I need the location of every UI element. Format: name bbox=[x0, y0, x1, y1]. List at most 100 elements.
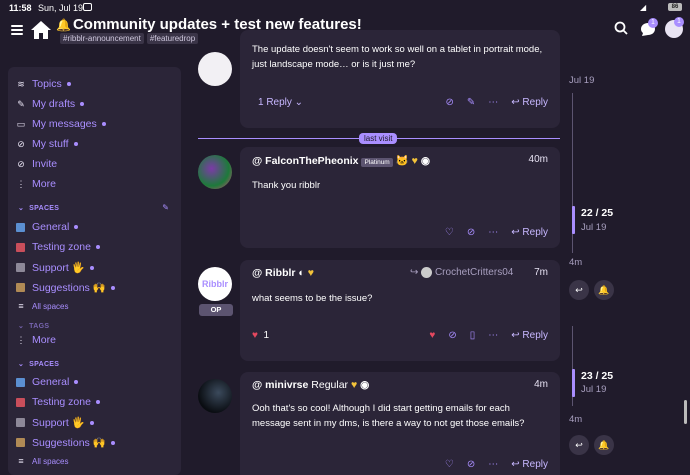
like-count: ♥ 1 bbox=[252, 330, 270, 341]
ribblr-logo[interactable]: Ribblr bbox=[198, 267, 232, 301]
avatar-badge: 1 bbox=[674, 17, 684, 27]
search-icon[interactable] bbox=[614, 21, 628, 35]
category-color bbox=[16, 222, 25, 232]
post-card: @ minivrse Regular ♥ ◉ 4m Ooh that's so … bbox=[240, 372, 560, 475]
user-avatar[interactable] bbox=[198, 379, 232, 413]
user-avatar[interactable]: 1 bbox=[665, 17, 684, 38]
like-icon[interactable]: ♡ bbox=[445, 459, 454, 470]
sidebar-tags-more[interactable]: ⋮ More bbox=[16, 334, 166, 346]
more-icon[interactable]: ⋯ bbox=[488, 330, 498, 341]
timeline-date: Jul 19 bbox=[581, 384, 607, 395]
timeline-handle[interactable] bbox=[572, 206, 575, 234]
op-badge: OP bbox=[199, 304, 233, 316]
post-body: Thank you ribblr bbox=[252, 180, 321, 191]
timeline-start-date[interactable]: Jul 19 bbox=[569, 75, 594, 86]
notification-bell-icon[interactable]: 🔔 bbox=[594, 435, 614, 455]
post-card: @ FalconThePheonix Platinum 🐱 ♥ ◉ 40m Th… bbox=[240, 147, 560, 248]
post-card: The update doesn't seem to work so well … bbox=[240, 30, 560, 128]
post-username[interactable]: @ Ribblr ◐ ♥ bbox=[252, 267, 314, 279]
category-color bbox=[16, 283, 25, 292]
sidebar-space-general[interactable]: General bbox=[16, 221, 79, 233]
sidebar-space-suggestions[interactable]: Suggestions 🙌 bbox=[16, 281, 115, 294]
replies-toggle[interactable]: 1 Reply ⌄ bbox=[258, 97, 303, 108]
reply-button[interactable]: ↩ Reply bbox=[511, 459, 548, 470]
edit-spaces-icon[interactable]: ✎ bbox=[162, 203, 169, 212]
sidebar-space-general[interactable]: General bbox=[16, 376, 79, 388]
spaces-section-header-2[interactable]: ⌄ SPACES bbox=[18, 360, 59, 368]
chevron-down-icon: ⌄ bbox=[18, 205, 25, 212]
link-icon: ⊘ bbox=[17, 139, 25, 149]
sidebar-item-invite[interactable]: ⊘ Invite bbox=[16, 158, 57, 170]
avatar bbox=[421, 267, 433, 278]
battery-icon: 86 bbox=[668, 3, 682, 11]
sidebar-space-testing[interactable]: Testing zone bbox=[16, 396, 100, 408]
sidebar-all-spaces[interactable]: ≡ All spaces bbox=[16, 456, 68, 466]
sidebar-item-topics[interactable]: ≋ Topics bbox=[16, 78, 71, 90]
link-icon[interactable]: ⊘ bbox=[445, 97, 453, 108]
like-icon[interactable]: ♡ bbox=[445, 227, 454, 238]
sidebar-item-more[interactable]: ⋮ More bbox=[16, 178, 56, 190]
sidebar-item-drafts[interactable]: ✎ My drafts bbox=[16, 98, 85, 110]
unread-dot bbox=[89, 265, 94, 270]
sidebar-space-suggestions[interactable]: Suggestions 🙌 bbox=[16, 436, 115, 449]
link-icon[interactable]: ⊘ bbox=[467, 227, 475, 238]
user-avatar[interactable] bbox=[198, 52, 232, 86]
chat-button[interactable]: 1 bbox=[640, 18, 658, 37]
unread-dot bbox=[95, 400, 100, 404]
home-icon[interactable] bbox=[30, 20, 52, 40]
timeline-handle[interactable] bbox=[572, 369, 575, 397]
tags-section-header[interactable]: ⌄ TAGS bbox=[18, 322, 49, 330]
category-color bbox=[16, 263, 25, 272]
post-time[interactable]: 40m bbox=[529, 154, 548, 165]
more-icon[interactable]: ⋯ bbox=[488, 227, 498, 238]
timeline-ago: 4m bbox=[569, 414, 583, 425]
timeline-ago: 4m bbox=[569, 257, 583, 268]
more-icon[interactable]: ⋯ bbox=[488, 459, 498, 470]
reply-to[interactable]: ↪ CrochetCritters04 bbox=[410, 267, 513, 278]
user-avatar[interactable] bbox=[198, 155, 232, 189]
link-icon[interactable]: ⊘ bbox=[448, 330, 456, 341]
reply-button[interactable]: ↩ bbox=[569, 280, 589, 300]
post-actions: ♡ ⊘ ⋯ ↩ Reply bbox=[445, 459, 548, 470]
shield-icon: ◐ bbox=[298, 267, 305, 279]
sidebar-space-support[interactable]: Support 🖐 bbox=[16, 261, 94, 274]
spaces-section-header[interactable]: ⌄ SPACES bbox=[18, 204, 59, 212]
menu-icon[interactable] bbox=[11, 25, 23, 35]
chevron-down-icon: ⌄ bbox=[18, 323, 25, 330]
reply-button[interactable]: ↩ Reply bbox=[511, 227, 548, 238]
reply-button[interactable]: ↩ bbox=[569, 435, 589, 455]
like-icon[interactable]: ♥ bbox=[429, 330, 435, 341]
post-actions: ♥ ⊘ ▯ ⋯ ↩ Reply bbox=[429, 330, 548, 341]
heart-icon: ♥ bbox=[252, 330, 258, 341]
notification-bell-icon[interactable]: 🔔 bbox=[594, 280, 614, 300]
more-icon[interactable]: ⋯ bbox=[488, 97, 498, 108]
post-actions: ♡ ⊘ ⋯ ↩ Reply bbox=[445, 227, 548, 238]
post-username[interactable]: @ FalconThePheonix Platinum 🐱 ♥ ◉ bbox=[252, 154, 430, 167]
sidebar-space-testing[interactable]: Testing zone bbox=[16, 241, 100, 253]
sidebar-item-messages[interactable]: ▭ My messages bbox=[16, 118, 106, 130]
post-time[interactable]: 7m bbox=[534, 267, 548, 278]
bookmark-icon[interactable]: ▯ bbox=[470, 330, 476, 341]
sidebar-all-spaces[interactable]: ≡ All spaces bbox=[16, 301, 68, 311]
layers-icon: ≋ bbox=[17, 79, 25, 89]
tag-chip[interactable]: #ribblr-announcement bbox=[60, 33, 144, 44]
unread-dot bbox=[110, 285, 115, 290]
post-time[interactable]: 4m bbox=[534, 379, 548, 390]
sidebar-space-support[interactable]: Support 🖐 bbox=[16, 416, 94, 429]
bell-icon: 🔔 bbox=[56, 18, 71, 32]
category-color bbox=[16, 438, 25, 447]
post-card: @ Ribblr ◐ ♥ ↪ CrochetCritters04 7m what… bbox=[240, 260, 560, 361]
link-icon[interactable]: ⊘ bbox=[467, 459, 475, 470]
timeline-date: Jul 19 bbox=[581, 222, 607, 233]
tag-chip[interactable]: #featuredrop bbox=[146, 33, 199, 44]
inbox-icon: ▭ bbox=[16, 119, 26, 129]
reply-button[interactable]: ↩ Reply bbox=[511, 330, 548, 341]
reply-button[interactable]: ↩ Reply bbox=[511, 97, 548, 108]
heart-icon: ♥ bbox=[411, 155, 418, 167]
post-username[interactable]: @ minivrse Regular ♥ ◉ bbox=[252, 379, 369, 391]
edit-icon[interactable]: ✎ bbox=[467, 97, 475, 108]
sidebar-item-my-stuff[interactable]: ⊘ My stuff bbox=[16, 138, 78, 150]
timeline-position: 22 / 25 bbox=[581, 207, 614, 219]
scrollbar[interactable] bbox=[684, 400, 687, 424]
eye-icon: ◉ bbox=[360, 379, 370, 391]
